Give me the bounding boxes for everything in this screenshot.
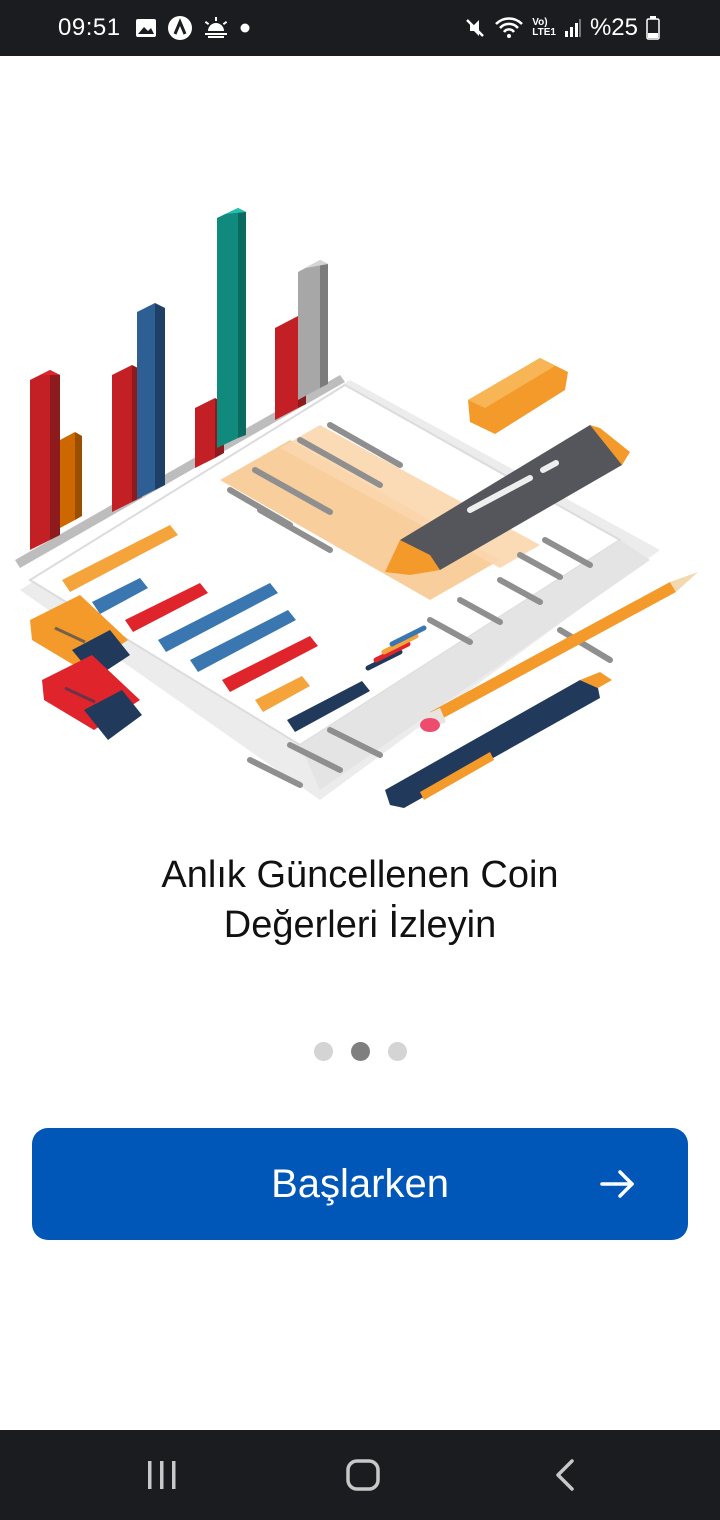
navigation-app-icon xyxy=(167,16,192,40)
back-button[interactable] xyxy=(505,1430,625,1520)
onboarding-title-line1: Anlık Güncellenen Coin xyxy=(161,854,559,896)
back-icon xyxy=(556,1459,574,1491)
page-dot-2-active[interactable] xyxy=(350,1042,370,1061)
status-time: 09:51 xyxy=(58,14,121,41)
wifi-icon xyxy=(495,17,524,38)
start-button[interactable]: Başlarken xyxy=(32,1128,688,1240)
onboarding-title: Anlık Güncellenen Coin Değerleri İzleyin xyxy=(60,850,660,950)
home-icon xyxy=(346,1459,380,1491)
status-left-icons xyxy=(135,15,251,41)
notification-dot-icon xyxy=(240,23,250,33)
image-icon xyxy=(135,19,156,37)
page-indicator xyxy=(0,1042,720,1062)
status-right-icons: Vo) LTE1 %25 xyxy=(464,14,660,42)
recent-apps-icon xyxy=(148,1461,176,1489)
navigation-bar xyxy=(0,1430,720,1520)
arrow-right-icon xyxy=(600,1170,634,1198)
battery-icon xyxy=(646,16,660,40)
page-dot-3[interactable] xyxy=(387,1042,407,1061)
mute-icon xyxy=(466,19,485,37)
network-label: LTE1 xyxy=(532,27,556,38)
onboarding-title-line2: Değerleri İzleyin xyxy=(223,904,497,946)
status-bar: 09:51 Vo) LTE1 %25 xyxy=(0,0,720,56)
start-button-label: Başlarken xyxy=(271,1161,449,1206)
volte-lte-icon: Vo) LTE1 xyxy=(532,18,556,38)
signal-icon xyxy=(564,19,581,37)
home-button[interactable] xyxy=(303,1430,423,1520)
page-dot-1[interactable] xyxy=(313,1042,333,1061)
battery-text: %25 xyxy=(589,14,638,41)
weather-sunrise-icon xyxy=(204,17,227,38)
recent-apps-button[interactable] xyxy=(102,1430,222,1520)
financial-charts-illustration xyxy=(15,208,698,808)
